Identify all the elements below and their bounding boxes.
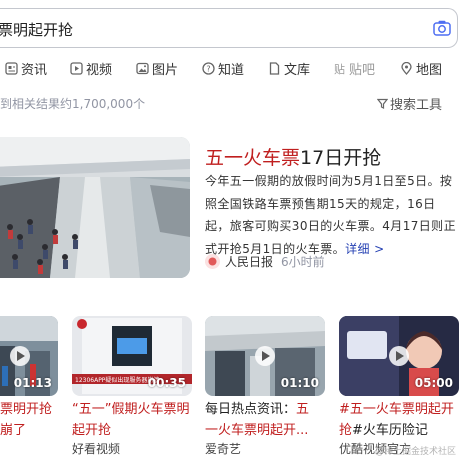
tab-zhidao[interactable]: ? 知道 <box>202 58 244 78</box>
detail-link[interactable]: 详细 > <box>345 242 384 256</box>
news-description-text: 今年五一假期的放假时间为5月1日至5日。按照全国铁路车票预售期15天的规定，16… <box>205 174 456 256</box>
video-4-title-line2: #火车历险记 <box>352 423 428 438</box>
video-2-source: 好看视频 <box>72 442 121 456</box>
play-icon <box>255 346 275 366</box>
video-thumbnail-4[interactable]: 05:00 <box>339 316 459 396</box>
tab-news[interactable]: 资讯 <box>5 58 47 78</box>
video-4-title-line1: #五一火车票明起开 <box>339 402 454 417</box>
filter-icon <box>377 98 388 109</box>
video-3-source: 爱奇艺 <box>205 442 242 456</box>
tab-map[interactable]: 地图 <box>400 58 442 78</box>
news-time: 6小时前 <box>281 255 325 269</box>
video-duration: 00:35 <box>147 376 186 390</box>
video-2-title[interactable]: “五一”假期火车票明 起开抢 <box>72 399 189 441</box>
video-thumbnail-3[interactable]: 01:10 <box>205 316 325 396</box>
video-thumbnail-1[interactable]: 01:13 <box>0 316 58 396</box>
video-3-title-line1: 五 <box>296 402 310 417</box>
video-3-title-plain: 每日热点资讯： <box>205 402 297 417</box>
search-tools-label: 搜索工具 <box>390 98 443 113</box>
tab-video-label: 视频 <box>86 62 113 78</box>
image-icon <box>136 62 149 74</box>
video-2-caption: 12306APP疑似出现服务器崩溃 <box>75 377 160 384</box>
video-duration: 05:00 <box>414 376 453 390</box>
news-description: 今年五一假期的放假时间为5月1日至5日。按照全国铁路车票预售期15天的规定，16… <box>205 170 457 260</box>
train-station-image <box>0 137 190 278</box>
svg-text:?: ? <box>206 64 210 73</box>
video-3-title[interactable]: 每日热点资讯：五一火车票明起开... <box>205 399 309 441</box>
tab-wenku[interactable]: 文库 <box>268 58 310 78</box>
news-source-row: 人民日报 6小时前 <box>205 253 325 270</box>
tab-image-label: 图片 <box>152 62 179 78</box>
result-count: 到相关结果约1,700,000个 <box>0 97 146 111</box>
people-daily-logo-icon <box>205 254 220 269</box>
news-title[interactable]: 五一火车票17日开抢 <box>205 143 381 170</box>
video-3-title-line2: 一火车票明起开... <box>205 423 309 438</box>
search-box[interactable]: 票明起开抢 <box>0 8 458 48</box>
tab-tieba-label: 贴吧 <box>349 62 376 78</box>
camera-icon[interactable] <box>433 20 451 36</box>
video-1-title-line1: 票明开抢 <box>0 402 53 417</box>
news-title-highlight: 五一火车票 <box>205 147 301 169</box>
video-1-title-line2: 崩了 <box>0 423 27 438</box>
play-icon <box>10 346 30 366</box>
tieba-icon: 贴 <box>334 62 345 75</box>
tab-tieba[interactable]: 贴 贴吧 <box>333 58 375 78</box>
question-icon: ? <box>202 61 215 75</box>
video-duration: 01:13 <box>13 376 52 390</box>
tab-map-label: 地图 <box>416 62 443 78</box>
video-duration: 01:10 <box>280 376 319 390</box>
news-source[interactable]: 人民日报 <box>225 253 273 270</box>
svg-text:贴: 贴 <box>334 62 345 75</box>
search-input[interactable]: 票明起开抢 <box>0 19 398 40</box>
news-image[interactable] <box>0 137 190 278</box>
tab-zhidao-label: 知道 <box>218 62 245 78</box>
video-4-title-line2-hl: 抢 <box>339 423 353 438</box>
video-4-title[interactable]: #五一火车票明起开 抢#火车历险记 <box>339 399 454 441</box>
search-tabs: 资讯 视频 图片 ? 知道 文库 贴 贴吧 地图 <box>0 58 460 78</box>
tab-video[interactable]: 视频 <box>70 58 112 78</box>
map-pin-icon <box>401 61 412 75</box>
document-icon <box>269 61 280 75</box>
video-2-title-line1: “五一”假期火车票明 <box>72 402 190 417</box>
news-icon <box>5 61 18 75</box>
video-1-title[interactable]: 票明开抢 崩了 <box>0 399 52 441</box>
tab-news-label: 资讯 <box>21 62 48 78</box>
play-icon <box>389 346 409 366</box>
video-icon <box>70 61 83 75</box>
watermark: @稀土掘金技术社区 <box>374 447 456 457</box>
video-thumbnail-2[interactable]: 12306APP疑似出现服务器崩溃 00:35 <box>72 316 192 396</box>
search-tools-button[interactable]: 搜索工具 <box>377 94 442 113</box>
tab-wenku-label: 文库 <box>284 62 311 78</box>
tab-image[interactable]: 图片 <box>136 58 178 78</box>
video-2-title-line2: 起开抢 <box>72 423 112 438</box>
news-title-rest: 17日开抢 <box>300 147 382 169</box>
